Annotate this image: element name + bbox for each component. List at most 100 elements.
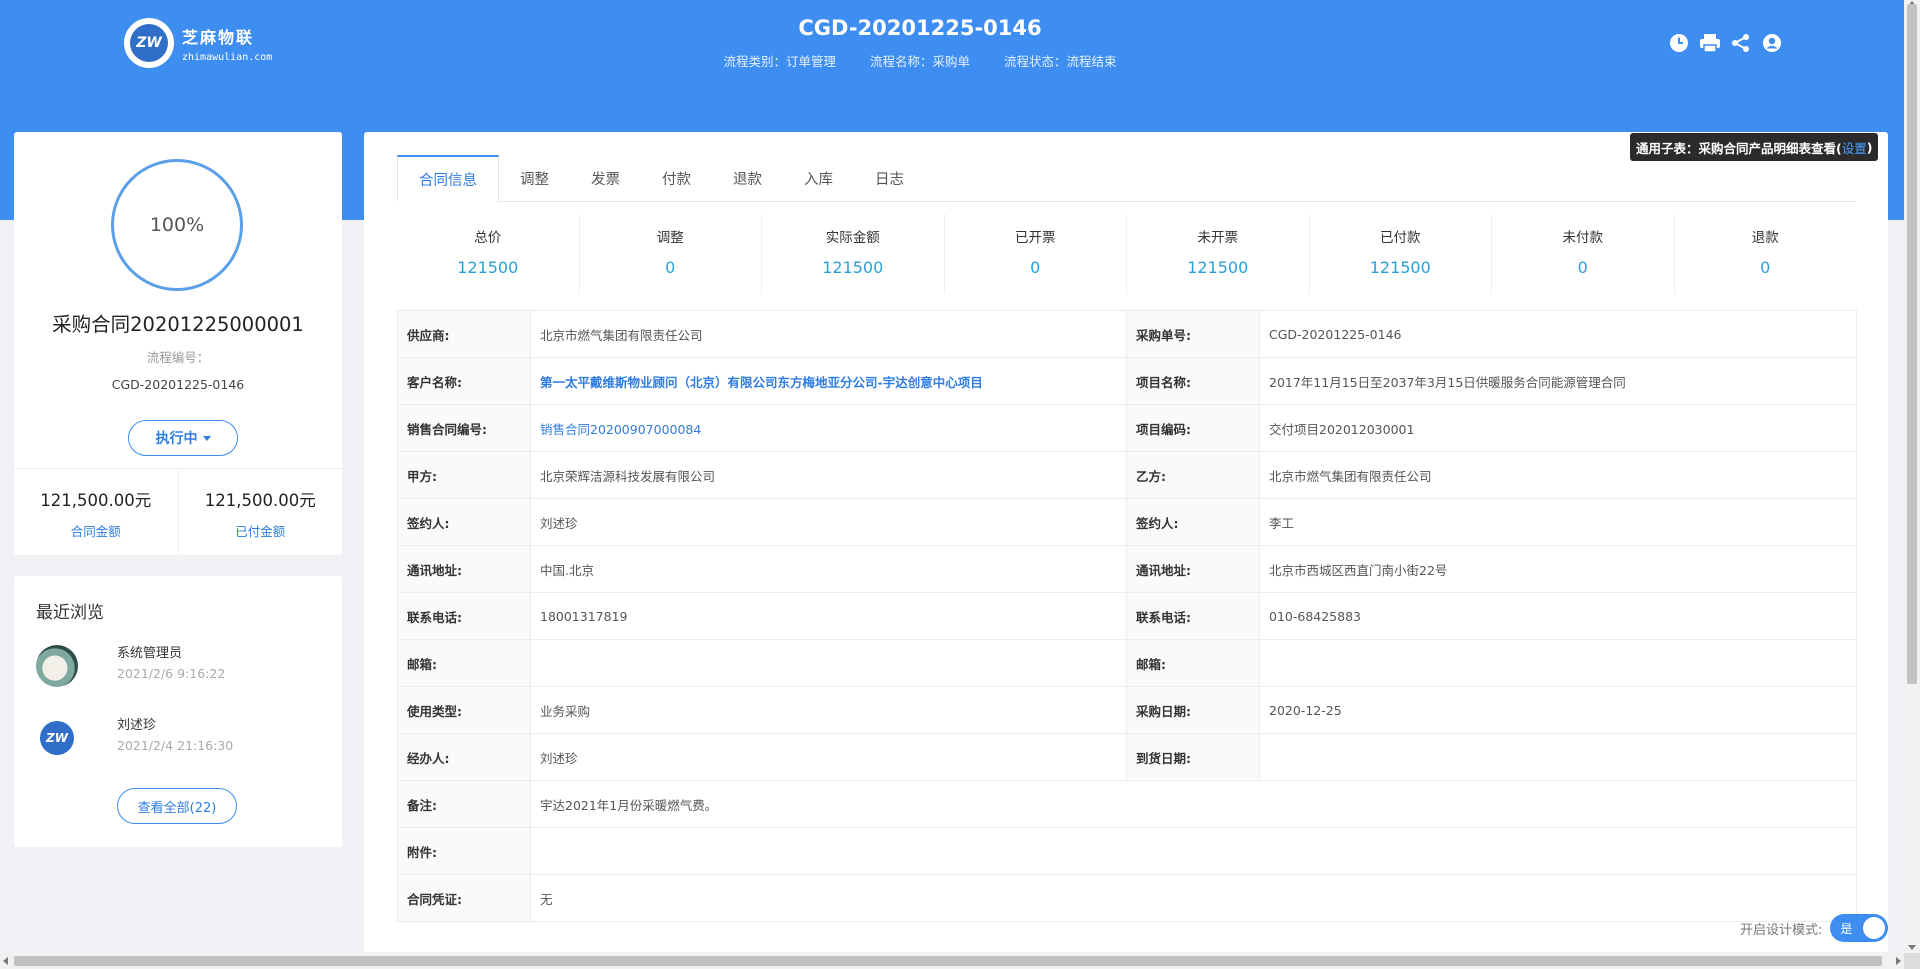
table-row: 经办人: 刘述珍 到货日期: (397, 733, 1857, 781)
flow-type: 流程类别：订单管理 (723, 54, 836, 69)
field-label: 附件: (397, 827, 531, 875)
address-a-value: 中国.北京 (530, 545, 1127, 593)
po-no-value: CGD-20201225-0146 (1259, 310, 1857, 358)
print-icon[interactable] (1699, 32, 1721, 54)
tooltip-text: 通用子表：采购合同产品明细表查看( (1636, 140, 1842, 156)
paid-amount-label: 已付金额 (235, 524, 286, 539)
stat-actual: 实际金额 121500 (761, 214, 944, 294)
use-type-value: 业务采购 (530, 686, 1127, 734)
main-panel: 合同信息 调整 发票 付款 退款 入库 日志 总价 121500 调整 0 实际金额… (364, 132, 1888, 952)
stat-value[interactable]: 121500 (397, 258, 579, 277)
stat-label: 已付款 (1380, 230, 1421, 246)
tab-contract-info[interactable]: 合同信息 (397, 155, 499, 202)
field-label: 乙方: (1126, 451, 1260, 499)
tab-log[interactable]: 日志 (854, 155, 925, 202)
stats-row: 总价 121500 调整 0 实际金额 121500 已开票 0 未开票 121500 已… (397, 214, 1856, 294)
table-row: 附件: (397, 827, 1857, 875)
customer-link[interactable]: 第一太平戴维斯物业顾问（北京）有限公司东方梅地亚分公司-宇达创意中心项目 (540, 375, 983, 390)
table-row: 客户名称: 第一太平戴维斯物业顾问（北京）有限公司东方梅地亚分公司-宇达创意中心… (397, 357, 1857, 405)
stat-value[interactable]: 121500 (1310, 258, 1492, 277)
paid-amount: 121,500.00元 已付金额 (177, 469, 343, 555)
stat-value[interactable]: 0 (1492, 258, 1674, 277)
table-row: 合同凭证: 无 (397, 874, 1857, 922)
project-code-value: 交付项目202012030001 (1259, 404, 1857, 452)
field-label: 签约人: (1126, 498, 1260, 546)
contract-amount-label: 合同金额 (70, 524, 121, 539)
phone-a-value: 18001317819 (530, 592, 1127, 640)
field-label: 客户名称: (397, 357, 531, 405)
voucher-value: 无 (530, 874, 1857, 922)
flow-status: 流程状态：流程结束 (1003, 54, 1117, 69)
contract-amount: 121,500.00元 合同金额 (14, 469, 178, 555)
supplier-value: 北京市燃气集团有限责任公司 (530, 310, 1127, 358)
design-mode-toggle[interactable]: 是 (1830, 914, 1889, 942)
field-label: 签约人: (397, 498, 531, 546)
subtable-tooltip: 通用子表：采购合同产品明细表查看(设置) (1630, 133, 1879, 161)
horizontal-scroll-thumb[interactable] (14, 956, 1882, 966)
arrive-date-value (1259, 733, 1857, 781)
flow-no: CGD-20201225-0146 (111, 377, 245, 392)
table-row: 使用类型: 业务采购 采购日期: 2020-12-25 (397, 686, 1857, 734)
tooltip-settings-link[interactable]: 设置 (1842, 138, 1867, 157)
tab-refund[interactable]: 退款 (712, 155, 783, 202)
amount-summary: 121,500.00元 合同金额 121,500.00元 已付金额 (14, 468, 342, 555)
stat-label: 退款 (1751, 230, 1779, 246)
field-label: 销售合同编号: (397, 404, 531, 452)
user-circle-icon[interactable] (1761, 32, 1783, 54)
tooltip-close-paren: ) (1866, 139, 1873, 155)
design-mode-label: 开启设计模式: (1740, 922, 1823, 938)
table-row: 甲方: 北京荣辉洁源科技发展有限公司 乙方: 北京市燃气集团有限责任公司 (397, 451, 1857, 499)
address-b-value: 北京市西城区西直门南小街22号 (1259, 545, 1857, 593)
tab-adjust[interactable]: 调整 (499, 155, 570, 202)
flow-no-label: 流程编号： (146, 350, 210, 365)
view-all-button[interactable]: 查看全部(22) (117, 788, 237, 824)
design-mode: 开启设计模式: 是 (1740, 914, 1889, 942)
recent-item-name: 刘述珍 (117, 718, 157, 733)
sales-contract-link[interactable]: 销售合同20200907000084 (540, 422, 701, 437)
signer-a-value: 刘述珍 (530, 498, 1127, 546)
stat-value[interactable]: 121500 (762, 258, 944, 277)
horizontal-scrollbar[interactable] (0, 953, 1904, 969)
vertical-scrollbar[interactable] (1904, 0, 1920, 953)
summary-card: 100% 采购合同20201225000001 流程编号： CGD-202012… (14, 132, 342, 555)
status-dropdown-button[interactable]: 执行中 (128, 420, 238, 456)
vertical-scroll-thumb[interactable] (1907, 4, 1917, 684)
field-label: 到货日期: (1126, 733, 1260, 781)
caret-down-icon (202, 435, 211, 441)
field-label: 通讯地址: (397, 545, 531, 593)
recent-item[interactable]: ZW 刘述珍 2021/2/4 21:16:30 (36, 714, 326, 762)
logo-mark-icon: ZW (40, 721, 74, 755)
signer-b-value: 李工 (1259, 498, 1857, 546)
clock-icon[interactable] (1668, 32, 1690, 54)
stat-value[interactable]: 0 (580, 258, 762, 277)
tab-payment[interactable]: 付款 (641, 155, 712, 202)
table-row: 签约人: 刘述珍 签约人: 李工 (397, 498, 1857, 546)
attachment-value (530, 827, 1857, 875)
email-b-value (1259, 639, 1857, 687)
field-label: 备注: (397, 780, 531, 828)
po-date-value: 2020-12-25 (1259, 686, 1857, 734)
scroll-left-icon[interactable] (3, 957, 8, 965)
scroll-down-icon[interactable] (1908, 945, 1916, 950)
paid-amount-value: 121,500.00元 (204, 491, 316, 510)
flow-name: 流程名称：采购单 (869, 54, 970, 69)
stat-label: 未付款 (1562, 230, 1604, 246)
stat-adjust: 调整 0 (578, 214, 762, 294)
stat-value[interactable]: 0 (1675, 258, 1857, 277)
stat-value[interactable]: 0 (945, 258, 1127, 277)
avatar (36, 645, 78, 687)
scroll-right-icon[interactable] (1896, 957, 1901, 965)
toggle-state: 是 (1840, 921, 1853, 936)
contract-info-table: 供应商: 北京市燃气集团有限责任公司 采购单号: CGD-20201225-01… (397, 310, 1857, 922)
handler-value: 刘述珍 (530, 733, 1127, 781)
share-icon[interactable] (1730, 32, 1752, 54)
recent-item[interactable]: 系统管理员 2021/2/6 9:16:22 (36, 642, 326, 690)
field-label: 项目名称: (1126, 357, 1260, 405)
field-label: 合同凭证: (397, 874, 531, 922)
recent-view-card: 最近浏览 系统管理员 2021/2/6 9:16:22 ZW 刘述珍 2021/… (14, 576, 342, 847)
tab-invoice[interactable]: 发票 (570, 155, 641, 202)
stat-value[interactable]: 121500 (1127, 258, 1309, 277)
tab-stock-in[interactable]: 入库 (783, 155, 854, 202)
email-a-value (530, 639, 1127, 687)
stat-label: 实际金额 (825, 230, 880, 246)
